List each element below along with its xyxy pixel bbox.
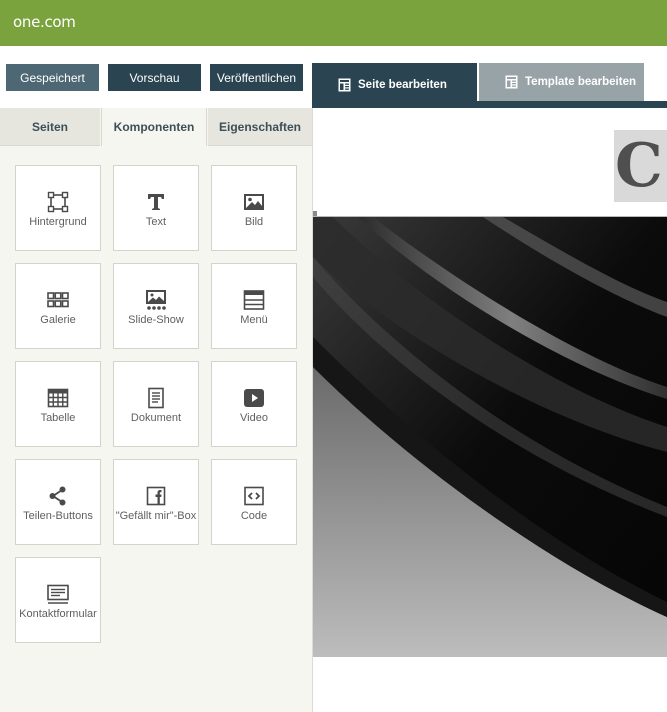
component-slideshow[interactable]: Slide-Show [113,263,199,349]
tab-pages[interactable]: Seiten [0,108,100,146]
component-code[interactable]: Code [211,459,297,545]
image-icon [244,194,264,210]
hero-photo [313,217,667,657]
tab-components[interactable]: Komponenten [101,108,207,146]
component-label: Video [240,412,268,424]
component-label: Teilen-Buttons [23,510,93,522]
code-icon [244,486,264,506]
components-sidebar: Seiten Komponenten Eigenschaften Hinterg… [0,108,313,712]
background-frame-icon [47,191,69,213]
top-brand-bar: one.com [0,0,667,46]
component-gallery[interactable]: Galerie [15,263,101,349]
component-label: Galerie [40,314,76,326]
site-logo-initial: C [615,131,663,201]
component-label: Menü [240,314,268,326]
component-video[interactable]: Video [211,361,297,447]
component-label: Text [145,216,167,228]
facebook-icon [146,486,166,506]
mode-bar-underline [312,101,667,108]
component-label: Slide-Show [128,314,184,326]
component-label: Dokument [130,412,182,424]
component-menu[interactable]: Menü [211,263,297,349]
saved-button[interactable]: Gespeichert [6,64,99,91]
document-icon [148,387,164,409]
edit-template-label: Template bearbeiten [525,76,636,88]
component-image[interactable]: Bild [211,165,297,251]
hero-image[interactable] [313,217,667,657]
publish-button[interactable]: Veröffentlichen [210,64,303,91]
component-text[interactable]: Text [113,165,199,251]
component-share-buttons[interactable]: Teilen-Buttons [15,459,101,545]
component-label: Tabelle [40,412,76,424]
component-like-box[interactable]: "Gefällt mir"-Box [113,459,199,545]
edit-page-tab[interactable]: Seite bearbeiten [312,63,477,106]
table-icon [47,388,69,408]
page-layout-icon [338,78,351,91]
sidebar-tabs: Seiten Komponenten Eigenschaften [0,108,313,146]
gallery-grid-icon [47,292,69,308]
component-background[interactable]: Hintergrund [15,165,101,251]
template-layout-icon [505,75,518,89]
slideshow-icon [146,290,166,310]
site-logo-box[interactable]: C [614,130,667,202]
component-label: Bild [244,216,264,228]
page-canvas[interactable]: C [313,108,667,712]
component-label: Code [240,510,268,522]
share-icon [49,486,66,506]
text-t-icon [148,194,164,210]
edit-page-label: Seite bearbeiten [358,78,447,91]
one-com-logo[interactable]: one.com [13,13,76,31]
component-document[interactable]: Dokument [113,361,199,447]
contact-form-icon [47,584,69,604]
tab-properties[interactable]: Eigenschaften [208,108,312,146]
component-label: Kontaktformular [19,608,97,620]
preview-button[interactable]: Vorschau [108,64,201,91]
component-label: Hintergrund [29,216,87,228]
edit-template-tab[interactable]: Template bearbeiten [479,63,644,101]
component-contact-form[interactable]: Kontaktformular [15,557,101,643]
menu-list-icon [243,290,265,310]
component-table[interactable]: Tabelle [15,361,101,447]
video-play-icon [244,389,264,407]
component-label: "Gefällt mir"-Box [115,510,197,522]
